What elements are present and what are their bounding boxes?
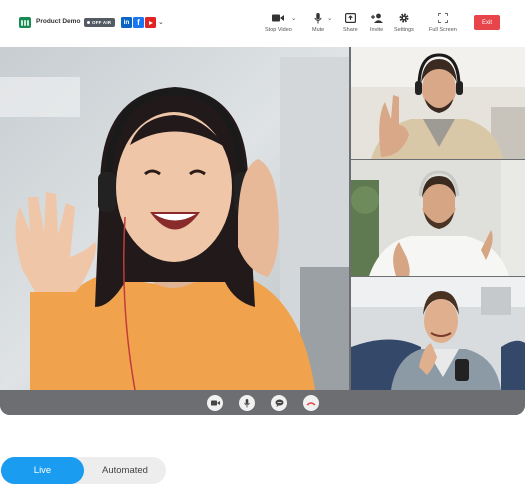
mute-button[interactable]: Mute xyxy=(312,12,324,36)
invite-button[interactable]: Invite xyxy=(370,12,383,36)
invite-label: Invite xyxy=(370,27,384,33)
automated-mode-button[interactable]: Automated xyxy=(84,457,166,484)
video-options-chevron-icon[interactable]: ⌄ xyxy=(291,14,296,22)
linkedin-icon[interactable]: in xyxy=(121,17,132,28)
settings-label: Settings xyxy=(394,27,414,33)
stop-video-label: Stop Video xyxy=(265,27,292,33)
camera-icon xyxy=(210,400,220,406)
facebook-icon[interactable]: f xyxy=(133,17,144,28)
add-user-icon xyxy=(370,12,383,24)
camera-toggle-button[interactable] xyxy=(207,395,223,411)
gear-icon xyxy=(399,12,409,24)
audio-options-chevron-icon[interactable]: ⌄ xyxy=(327,14,332,22)
status-dot-icon xyxy=(87,21,90,24)
video-stage xyxy=(0,47,525,415)
exit-button[interactable]: Exit xyxy=(474,15,500,30)
hang-up-icon xyxy=(306,401,316,405)
full-screen-label: Full Screen xyxy=(429,27,457,33)
off-air-label: OFF AIR xyxy=(92,20,112,25)
share-label: Share xyxy=(343,27,358,33)
youtube-icon[interactable] xyxy=(145,17,156,28)
mode-toggle: Live Automated xyxy=(1,457,166,484)
settings-button[interactable]: Settings xyxy=(394,12,414,36)
share-screen-icon xyxy=(344,12,356,24)
participant-video-3 xyxy=(351,277,525,390)
participant-video-1 xyxy=(351,47,525,159)
main-speaker-video xyxy=(0,47,349,390)
bars-logo-icon xyxy=(19,17,31,28)
microphone-toggle-button[interactable] xyxy=(239,395,255,411)
participant-video-2 xyxy=(351,160,525,276)
expand-icon xyxy=(437,12,448,24)
live-mode-button[interactable]: Live xyxy=(1,457,84,484)
chevron-down-icon[interactable]: ⌄ xyxy=(158,18,164,26)
mute-label: Mute xyxy=(312,27,325,33)
hang-up-button[interactable] xyxy=(303,395,319,411)
stop-video-button[interactable]: Stop Video xyxy=(265,12,292,36)
camera-icon xyxy=(272,12,285,24)
microphone-icon xyxy=(244,398,250,407)
off-air-badge: OFF AIR xyxy=(84,18,116,27)
full-screen-button[interactable]: Full Screen xyxy=(429,12,457,36)
top-bar: Product Demo OFF AIR in f ⌄ Stop Video ⌄… xyxy=(0,0,528,46)
stream-title: Product Demo xyxy=(36,18,81,25)
share-button[interactable]: Share xyxy=(343,12,358,36)
microphone-icon xyxy=(314,12,322,24)
chat-button[interactable] xyxy=(271,395,287,411)
call-controls xyxy=(0,390,525,415)
chat-icon xyxy=(275,399,283,407)
